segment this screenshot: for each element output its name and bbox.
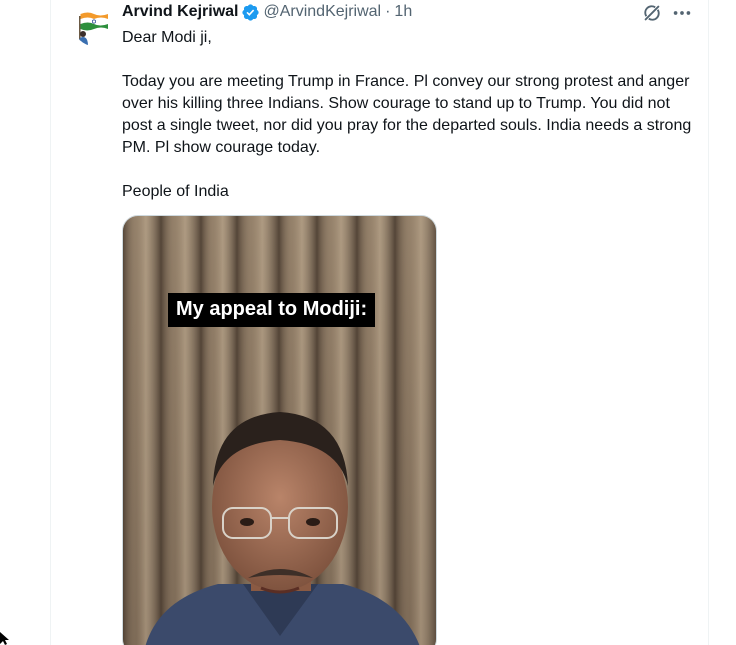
tweet-header: Arvind Kejriwal @ArvindKejriwal · 1h: [122, 2, 412, 22]
more-options-icon[interactable]: [671, 2, 693, 24]
tweet-page: Arvind Kejriwal @ArvindKejriwal · 1h Dea…: [0, 0, 736, 645]
tweet-paragraph-body: Today you are meeting Trump in France. P…: [122, 73, 696, 156]
author-handle[interactable]: @ArvindKejriwal: [263, 2, 381, 22]
tweet-text: Dear Modi ji, Today you are meeting Trum…: [122, 27, 697, 203]
tweet-video[interactable]: My appeal to Modiji:: [122, 215, 437, 645]
separator-dot: ·: [385, 3, 391, 20]
cursor-arrow-icon: [0, 632, 10, 645]
grok-icon[interactable]: [641, 2, 663, 24]
tweet-paragraph-greeting: Dear Modi ji,: [122, 29, 212, 46]
author-name[interactable]: Arvind Kejriwal: [122, 2, 238, 22]
timeline-border-left: [50, 0, 51, 645]
timeline-border-right: [708, 0, 709, 645]
flag-avatar-icon: [74, 6, 114, 46]
video-caption: My appeal to Modiji:: [168, 293, 376, 327]
video-frame: [123, 216, 436, 645]
tweet-timestamp[interactable]: 1h: [394, 2, 412, 22]
avatar[interactable]: [74, 6, 114, 46]
tweet-paragraph-signoff: People of India: [122, 183, 229, 200]
verified-badge-icon[interactable]: [241, 3, 260, 22]
